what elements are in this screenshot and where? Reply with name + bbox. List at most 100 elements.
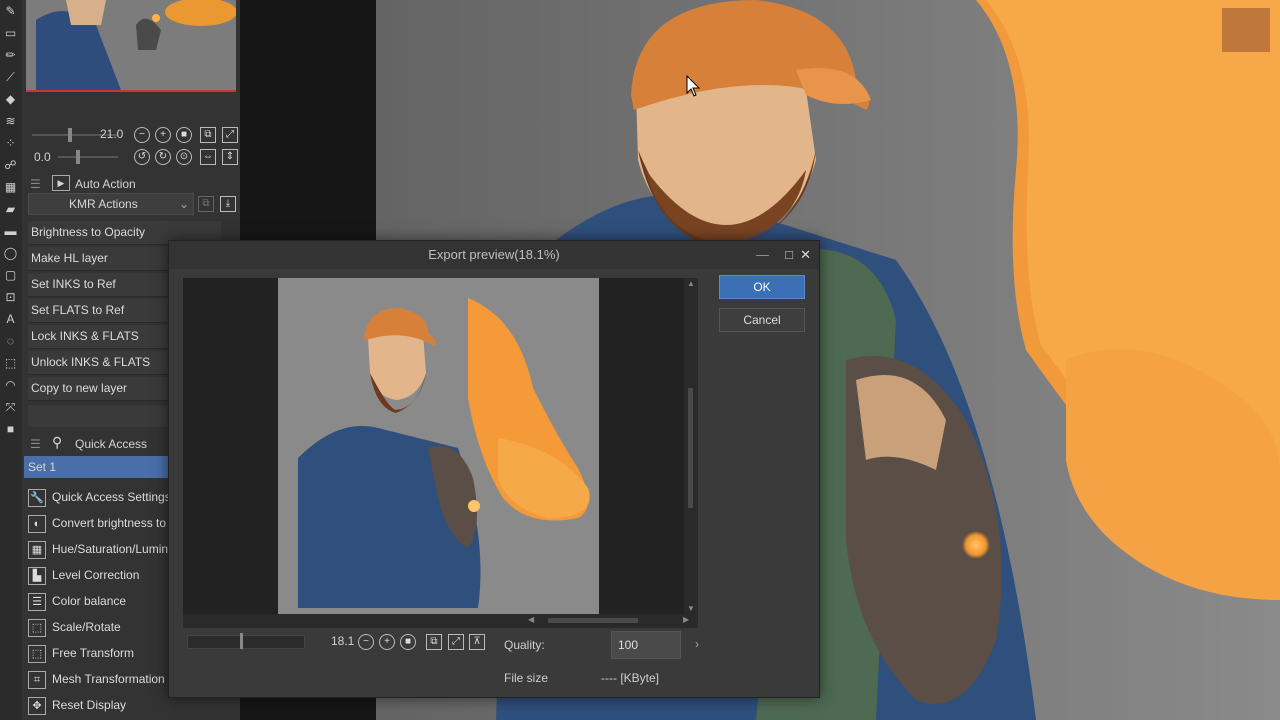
maximize-icon[interactable]: □ bbox=[785, 241, 793, 269]
quick-access-item-label: Hue/Saturation/Lumin bbox=[52, 542, 169, 556]
select-icon[interactable]: ⬚ bbox=[3, 356, 18, 371]
quick-access-set-name: Set 1 bbox=[28, 460, 57, 474]
blend-icon[interactable]: ≋ bbox=[3, 114, 18, 129]
pencil-icon[interactable]: ✏ bbox=[3, 48, 18, 63]
transform-icon: ⬚ bbox=[28, 645, 46, 663]
quality-expand-icon[interactable]: › bbox=[695, 637, 699, 651]
rotate-left-icon[interactable]: ↺ bbox=[134, 149, 150, 165]
stamp-icon[interactable]: ▦ bbox=[3, 180, 18, 195]
fit-window-icon[interactable]: ⤢ bbox=[222, 127, 238, 143]
save-set-icon[interactable]: ⤓ bbox=[220, 196, 236, 212]
lasso-icon[interactable]: ◠ bbox=[3, 378, 18, 393]
tool-strip: ✎ ▭ ✏ ⟋ ◆ ≋ ⁘ ☍ ▦ ▰ ▬ ◯ ▢ ⊡ A ◌ ⬚ ◠ ⤧ ■ bbox=[0, 0, 23, 720]
preview-actual-size-icon[interactable]: ⧉ bbox=[426, 634, 442, 650]
wrench-icon: 🔧 bbox=[28, 489, 46, 507]
scale-icon: ⬚ bbox=[28, 619, 46, 637]
figure-icon[interactable]: ◯ bbox=[3, 246, 18, 261]
fill-bucket-icon[interactable]: ▰ bbox=[3, 202, 18, 217]
panel-menu-icon[interactable]: ☰ bbox=[30, 177, 41, 191]
zoom-fit-icon[interactable]: ■ bbox=[176, 127, 192, 143]
spray-icon[interactable]: ⁘ bbox=[3, 136, 18, 151]
preview-zoom-value: 18.1 bbox=[331, 634, 355, 648]
brush-icon[interactable]: ⟋ bbox=[3, 70, 18, 85]
preview-zoom-knob[interactable] bbox=[240, 633, 243, 649]
rotate-value: 0.0 bbox=[34, 150, 51, 164]
preview-zoom-out-icon[interactable]: − bbox=[358, 634, 374, 650]
preview-fit-window-icon[interactable]: ⤢ bbox=[448, 634, 464, 650]
ok-button[interactable]: OK bbox=[719, 275, 805, 299]
zoom-in-icon[interactable]: + bbox=[155, 127, 171, 143]
action-set-value: KMR Actions bbox=[69, 197, 138, 211]
duplicate-set-icon[interactable]: ⧉ bbox=[198, 196, 214, 212]
reset-display-icon: ✥ bbox=[28, 697, 46, 715]
filesize-label: File size bbox=[504, 671, 549, 685]
eraser-icon[interactable]: ▭ bbox=[3, 26, 18, 41]
quick-access-item-label: Free Transform bbox=[52, 646, 135, 660]
rotate-right-icon[interactable]: ↻ bbox=[155, 149, 171, 165]
quick-access-item-label: Level Correction bbox=[52, 568, 140, 582]
rotate-slider-track[interactable] bbox=[58, 156, 118, 158]
quality-input[interactable]: 100 bbox=[611, 631, 681, 659]
convert-icon: ◐ bbox=[28, 515, 46, 533]
mesh-icon: ⌗ bbox=[28, 671, 46, 689]
balloon-icon[interactable]: ◌ bbox=[3, 334, 18, 349]
minimize-icon[interactable]: — bbox=[756, 241, 769, 269]
pen-icon[interactable]: ✎ bbox=[3, 4, 18, 19]
preview-image bbox=[278, 278, 599, 614]
preview-vertical-scrollbar[interactable]: ▲ ▼ bbox=[684, 278, 698, 614]
preview-fit-width-icon[interactable]: ⊼ bbox=[469, 634, 485, 650]
panel-menu-icon[interactable]: ☰ bbox=[30, 437, 41, 451]
navigator-rotate-row: 0.0 ↺ ↻ ⊙ ⇔ ⇕ bbox=[28, 148, 238, 166]
navigator-artwork bbox=[26, 0, 236, 90]
color-icon[interactable]: ■ bbox=[3, 422, 18, 437]
quick-access-item-label: Convert brightness to o bbox=[52, 516, 177, 530]
export-preview-dialog: Export preview(18.1%) — □ ✕ ▲ ▼ ◀ ▶ OK C… bbox=[168, 240, 820, 698]
reset-rotation-icon[interactable]: ⊙ bbox=[176, 149, 192, 165]
move-icon[interactable]: ⤧ bbox=[3, 400, 18, 415]
preview-zoom-fit-icon[interactable]: ■ bbox=[400, 634, 416, 650]
mouse-cursor-icon bbox=[686, 75, 700, 97]
quick-access-item-label: Quick Access Settings bbox=[52, 490, 171, 504]
preview-area[interactable]: ▲ ▼ ◀ ▶ bbox=[183, 278, 698, 628]
preview-horizontal-scrollbar[interactable]: ◀ ▶ bbox=[183, 614, 698, 628]
preview-zoom-in-icon[interactable]: + bbox=[379, 634, 395, 650]
quick-access-item-label: Color balance bbox=[52, 594, 127, 608]
chevron-down-icon: ⌄ bbox=[178, 197, 189, 211]
close-icon[interactable]: ✕ bbox=[800, 241, 811, 269]
frame-icon[interactable]: ▢ bbox=[3, 268, 18, 283]
smudge-icon[interactable]: ☍ bbox=[3, 158, 18, 173]
cancel-button[interactable]: Cancel bbox=[719, 308, 805, 332]
horizontal-scroll-thumb[interactable] bbox=[548, 618, 638, 623]
auto-action-title: Auto Action bbox=[75, 177, 136, 191]
dialog-titlebar[interactable]: Export preview(18.1%) — □ ✕ bbox=[169, 241, 819, 269]
vertical-scroll-thumb[interactable] bbox=[688, 388, 693, 508]
flip-horizontal-icon[interactable]: ⇔ bbox=[200, 149, 216, 165]
quick-access-item-label: Reset Display bbox=[52, 698, 127, 712]
quality-value: 100 bbox=[618, 638, 639, 652]
filesize-value: ---- [KByte] bbox=[601, 671, 660, 685]
flip-vertical-icon[interactable]: ⇕ bbox=[222, 149, 238, 165]
navigator-thumbnail[interactable] bbox=[26, 0, 236, 92]
action-set-select[interactable]: KMR Actions ⌄ bbox=[28, 193, 194, 215]
auto-action-icon: ▶ bbox=[52, 175, 70, 191]
preview-illustration bbox=[278, 278, 599, 614]
scroll-down-icon[interactable]: ▼ bbox=[687, 604, 695, 613]
fill-icon[interactable]: ◆ bbox=[3, 92, 18, 107]
quick-access-item-label: Mesh Transformation bbox=[52, 672, 165, 686]
auto-action-header: ☰ ▶ Auto Action bbox=[28, 174, 238, 194]
balance-icon: ☰ bbox=[28, 593, 46, 611]
level-icon: ▙ bbox=[28, 567, 46, 585]
scroll-right-icon[interactable]: ▶ bbox=[683, 615, 689, 624]
zoom-slider-knob[interactable] bbox=[68, 128, 72, 142]
scroll-up-icon[interactable]: ▲ bbox=[687, 279, 695, 288]
quick-access-item-label: Scale/Rotate bbox=[52, 620, 121, 634]
gradient-icon[interactable]: ▬ bbox=[3, 224, 18, 239]
ruler-icon[interactable]: ⊡ bbox=[3, 290, 18, 305]
text-icon[interactable]: A bbox=[3, 312, 18, 327]
scroll-left-icon[interactable]: ◀ bbox=[528, 615, 534, 624]
preview-zoom-slider[interactable] bbox=[187, 633, 305, 649]
quick-access-title: Quick Access bbox=[75, 437, 148, 451]
actual-size-icon[interactable]: ⧉ bbox=[200, 127, 216, 143]
rotate-slider-knob[interactable] bbox=[76, 150, 80, 164]
zoom-out-icon[interactable]: − bbox=[134, 127, 150, 143]
